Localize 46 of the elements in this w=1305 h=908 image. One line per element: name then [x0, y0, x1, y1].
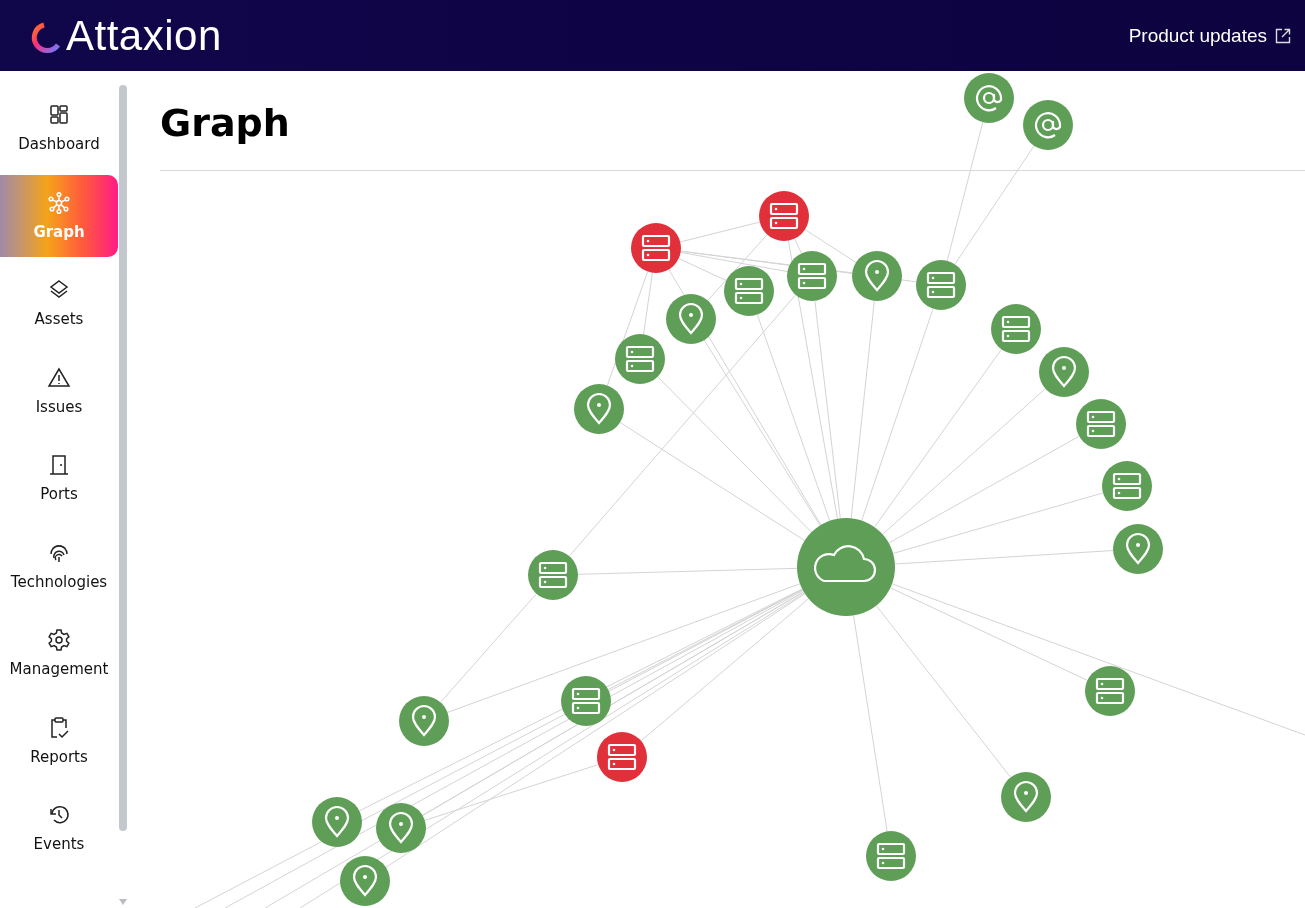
pin-node[interactable] — [399, 696, 449, 746]
server-node[interactable] — [561, 676, 611, 726]
server-node[interactable] — [724, 266, 774, 316]
server-node[interactable] — [991, 304, 1041, 354]
pin-node[interactable] — [376, 803, 426, 853]
pin-node[interactable] — [340, 856, 390, 906]
nav-item[interactable]: Ports — [0, 437, 118, 519]
email-node[interactable] — [964, 73, 1014, 123]
nav-item[interactable]: Reports — [0, 699, 118, 782]
nav-item[interactable]: Technologies — [0, 524, 118, 607]
server-node[interactable] — [1102, 461, 1152, 511]
pin-node[interactable] — [1039, 347, 1089, 397]
nav-item[interactable]: Issues — [0, 349, 118, 432]
scrollbar-thumb[interactable] — [119, 85, 127, 831]
nav-item[interactable]: Events — [0, 787, 118, 869]
server-node[interactable] — [916, 260, 966, 310]
dashboard-icon — [47, 103, 71, 127]
scroll-down-icon[interactable] — [119, 898, 127, 906]
warning-icon — [47, 365, 71, 390]
pin-node[interactable] — [666, 294, 716, 344]
nav-item[interactable]: Management — [0, 612, 118, 694]
gear-icon — [47, 628, 71, 652]
server-node[interactable] — [597, 732, 647, 782]
cloud-node[interactable] — [797, 518, 895, 616]
product-updates-link[interactable]: Product updates — [1128, 24, 1291, 47]
server-node[interactable] — [1085, 666, 1135, 716]
external-link-icon — [1275, 27, 1291, 44]
pin-node[interactable] — [574, 384, 624, 434]
pin-node[interactable] — [1113, 524, 1163, 574]
nav-item[interactable]: Assets — [0, 262, 118, 344]
email-node[interactable] — [1023, 100, 1073, 150]
server-node[interactable] — [615, 334, 665, 384]
pin-node[interactable] — [312, 797, 362, 847]
pin-node[interactable] — [1001, 772, 1051, 822]
server-node[interactable] — [787, 251, 837, 301]
server-node[interactable] — [866, 831, 916, 881]
logo-wordmark[interactable]: Attaxion — [66, 11, 222, 60]
server-node[interactable] — [528, 550, 578, 600]
nav-item[interactable]: Dashboard — [0, 87, 118, 169]
pin-node[interactable] — [852, 251, 902, 301]
graph-icon — [47, 190, 71, 215]
server-node[interactable] — [759, 191, 809, 241]
server-node[interactable] — [1076, 399, 1126, 449]
page-title: Graph — [160, 101, 290, 147]
door-icon — [47, 453, 71, 477]
server-node[interactable] — [631, 223, 681, 273]
